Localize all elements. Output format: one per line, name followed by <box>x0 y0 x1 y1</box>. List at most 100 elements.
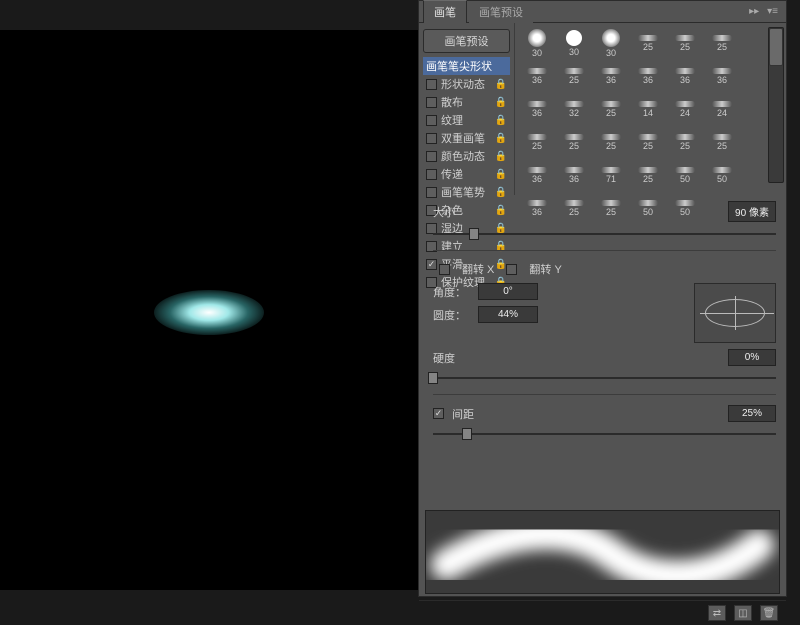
brush-thumb[interactable]: 25 <box>519 126 555 158</box>
roundness-label: 圆度： <box>433 307 466 323</box>
option-0[interactable]: 画笔笔尖形状 <box>423 57 510 75</box>
option-label: 形状动态 <box>441 76 485 92</box>
hardness-slider[interactable] <box>433 372 776 384</box>
hardness-value[interactable]: 0% <box>728 349 776 366</box>
new-brush-icon[interactable]: ◫ <box>734 605 752 621</box>
stroke-preview <box>425 510 780 594</box>
brush-thumb[interactable]: 25 <box>630 27 666 59</box>
brush-thumb[interactable]: 36 <box>593 60 629 92</box>
brush-thumb[interactable]: 25 <box>593 126 629 158</box>
size-label: 大小 <box>433 204 455 220</box>
brush-presets-button[interactable]: 画笔预设 <box>423 29 510 53</box>
brush-thumb[interactable]: 14 <box>630 93 666 125</box>
brush-thumb[interactable]: 25 <box>704 126 740 158</box>
brush-thumb[interactable]: 36 <box>519 93 555 125</box>
flip-y-label: 翻转 Y <box>529 261 561 277</box>
option-checkbox[interactable] <box>426 97 437 108</box>
brush-thumb[interactable]: 50 <box>630 192 666 224</box>
brush-thumb[interactable]: 36 <box>630 60 666 92</box>
option-3[interactable]: 纹理 🔒 <box>423 111 510 129</box>
lock-icon[interactable]: 🔒 <box>495 79 507 90</box>
tab-brush-presets[interactable]: 画笔预设 <box>469 1 533 23</box>
lock-icon[interactable]: 🔒 <box>495 115 507 126</box>
option-7[interactable]: 画笔笔势 🔒 <box>423 183 510 201</box>
angle-roundness-widget[interactable] <box>694 283 776 343</box>
brush-thumbnail-grid[interactable]: 3030302525253625363636363632251424242525… <box>515 23 786 228</box>
option-5[interactable]: 颜色动态 🔒 <box>423 147 510 165</box>
brush-thumb[interactable]: 25 <box>704 27 740 59</box>
option-4[interactable]: 双重画笔🔒 <box>423 129 510 147</box>
brush-thumb[interactable]: 71 <box>593 159 629 191</box>
brush-thumb[interactable]: 25 <box>630 126 666 158</box>
brush-thumb[interactable]: 25 <box>667 126 703 158</box>
option-label: 传递 <box>441 166 463 182</box>
brush-thumb[interactable]: 24 <box>704 93 740 125</box>
flip-x-label: 翻转 X <box>462 261 494 277</box>
option-label: 纹理 <box>441 112 463 128</box>
brush-thumb[interactable]: 50 <box>704 159 740 191</box>
brush-stroke-sample <box>154 290 264 335</box>
brush-thumb[interactable]: 24 <box>667 93 703 125</box>
brush-thumb[interactable]: 25 <box>667 27 703 59</box>
brush-thumb[interactable]: 36 <box>519 60 555 92</box>
brush-thumb[interactable]: 30 <box>556 27 592 59</box>
option-checkbox[interactable] <box>426 187 437 198</box>
brush-thumb[interactable]: 25 <box>593 93 629 125</box>
brush-thumb[interactable]: 36 <box>519 192 555 224</box>
canvas-area[interactable] <box>0 30 418 590</box>
option-label: 画笔笔尖形状 <box>426 58 492 74</box>
lock-icon[interactable]: 🔒 <box>495 187 507 198</box>
brush-thumb[interactable]: 36 <box>704 60 740 92</box>
brush-thumb[interactable]: 36 <box>556 159 592 191</box>
brush-thumb[interactable]: 36 <box>519 159 555 191</box>
brush-thumb[interactable]: 30 <box>593 27 629 59</box>
brush-thumb[interactable]: 30 <box>519 27 555 59</box>
brush-grid-scrollbar[interactable] <box>768 27 784 183</box>
tab-brush[interactable]: 画笔 <box>423 0 467 23</box>
brush-thumb[interactable]: 50 <box>667 159 703 191</box>
lock-icon[interactable]: 🔒 <box>495 133 507 144</box>
size-slider[interactable] <box>433 228 776 240</box>
panel-footer: ⇄ ◫ 🗑 <box>419 600 786 625</box>
flip-y-checkbox[interactable] <box>506 264 517 275</box>
flip-x-checkbox[interactable] <box>439 264 450 275</box>
angle-label: 角度： <box>433 284 466 300</box>
spacing-checkbox[interactable] <box>433 408 444 419</box>
brush-thumb[interactable]: 25 <box>593 192 629 224</box>
option-label: 画笔笔势 <box>441 184 485 200</box>
option-checkbox[interactable] <box>426 169 437 180</box>
brush-panel: 画笔 画笔预设 ▸▸ ▾≡ 画笔预设 画笔笔尖形状形状动态🔒散布🔒纹理🔒双重画笔… <box>418 0 787 597</box>
spacing-value[interactable]: 25% <box>728 405 776 422</box>
option-checkbox[interactable] <box>426 133 437 144</box>
collapse-icon[interactable]: ▸▸ <box>749 6 759 17</box>
brush-thumb[interactable]: 50 <box>667 192 703 224</box>
roundness-value[interactable]: 44% <box>478 306 538 323</box>
brush-thumb[interactable]: 25 <box>556 60 592 92</box>
brush-options-list: 画笔预设 画笔笔尖形状形状动态🔒散布🔒纹理🔒双重画笔🔒颜色动态🔒传递🔒画笔笔势🔒… <box>419 23 515 195</box>
option-6[interactable]: 传递 🔒 <box>423 165 510 183</box>
option-2[interactable]: 散布 🔒 <box>423 93 510 111</box>
trash-icon[interactable]: 🗑 <box>760 605 778 621</box>
option-label: 建立 <box>441 238 463 254</box>
option-label: 散布 <box>441 94 463 110</box>
brush-thumb[interactable]: 25 <box>556 126 592 158</box>
brush-thumb[interactable]: 32 <box>556 93 592 125</box>
option-checkbox[interactable] <box>426 151 437 162</box>
flip-brush-icon[interactable]: ⇄ <box>708 605 726 621</box>
spacing-label: 间距 <box>452 406 474 422</box>
brush-thumb[interactable]: 25 <box>556 192 592 224</box>
brush-thumb[interactable] <box>704 192 740 224</box>
lock-icon[interactable]: 🔒 <box>495 151 507 162</box>
lock-icon[interactable]: 🔒 <box>495 97 507 108</box>
option-label: 颜色动态 <box>441 148 485 164</box>
spacing-slider[interactable] <box>433 428 776 440</box>
option-1[interactable]: 形状动态 🔒 <box>423 75 510 93</box>
brush-thumb[interactable]: 25 <box>630 159 666 191</box>
angle-value[interactable]: 0° <box>478 283 538 300</box>
option-checkbox[interactable] <box>426 79 437 90</box>
option-checkbox[interactable] <box>426 259 437 270</box>
option-checkbox[interactable] <box>426 115 437 126</box>
lock-icon[interactable]: 🔒 <box>495 169 507 180</box>
brush-thumb[interactable]: 36 <box>667 60 703 92</box>
panel-menu-icon[interactable]: ▾≡ <box>767 6 778 17</box>
